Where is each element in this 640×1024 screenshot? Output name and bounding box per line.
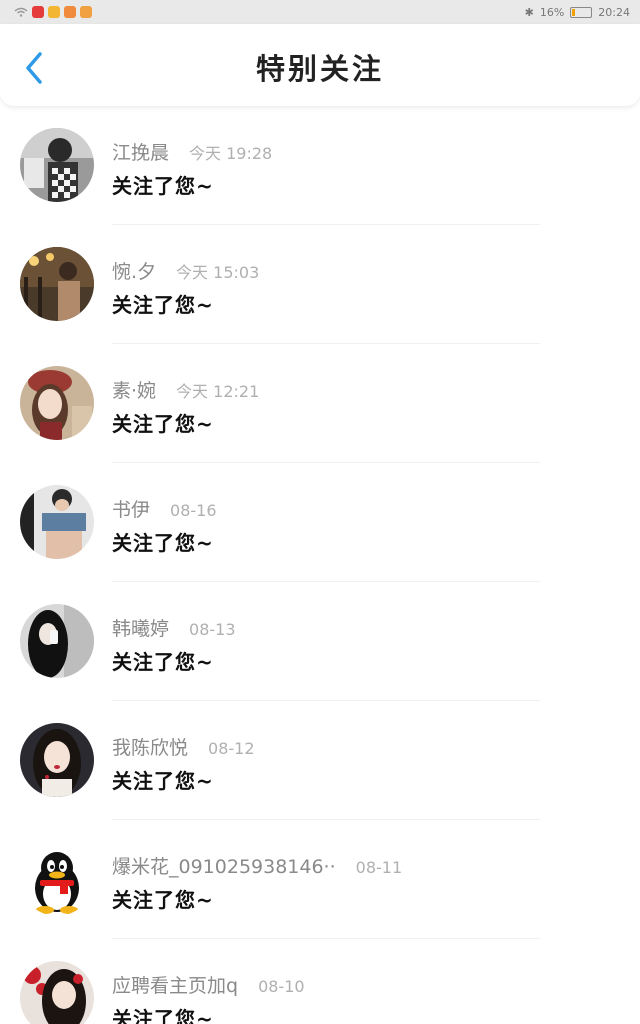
avatar[interactable] [20, 366, 94, 440]
list-item[interactable]: 韩曦婷 08-13 关注了您~ [0, 582, 640, 701]
message: 关注了您~ [112, 888, 214, 912]
message: 关注了您~ [112, 293, 214, 317]
timestamp: 08-16 [170, 501, 217, 520]
timestamp: 今天 19:28 [189, 144, 273, 163]
list-item[interactable]: 书伊 08-16 关注了您~ [0, 463, 640, 582]
user-name[interactable]: 我陈欣悦 [112, 733, 188, 760]
app-notification-icon [32, 6, 44, 18]
list-item[interactable]: 应聘看主页加q 08-10 关注了您~ [0, 939, 640, 1024]
list-item[interactable]: 我陈欣悦 08-12 关注了您~ [0, 701, 640, 820]
wifi-icon [14, 7, 28, 17]
page-title: 特别关注 [255, 52, 384, 86]
header: 特别关注 [0, 24, 640, 106]
list-item[interactable]: 素·婉 今天 12:21 关注了您~ [0, 344, 640, 463]
list-item[interactable]: 惋.夕 今天 15:03 关注了您~ [0, 225, 640, 344]
avatar[interactable] [20, 247, 94, 321]
name-line: 应聘看主页加q 08-10 [112, 971, 305, 998]
avatar[interactable] [20, 842, 94, 916]
name-line: 我陈欣悦 08-12 [112, 733, 255, 760]
name-line: 书伊 08-16 [112, 495, 217, 522]
app-notification-icon [80, 6, 92, 18]
avatar[interactable] [20, 128, 94, 202]
battery-icon [570, 6, 593, 18]
avatar[interactable] [20, 604, 94, 678]
name-line: 爆米花_091025938146·· 08-11 [112, 852, 402, 879]
name-line: 韩曦婷 08-13 [112, 614, 236, 641]
avatar[interactable] [20, 961, 94, 1024]
user-name[interactable]: 韩曦婷 [112, 614, 169, 641]
avatar[interactable] [20, 485, 94, 559]
timestamp: 08-10 [258, 977, 305, 996]
timestamp: 08-13 [189, 620, 236, 639]
app-notification-icon [64, 6, 76, 18]
follow-list: 江挽晨 今天 19:28 关注了您~ 惋.夕 今天 15:03 关注了您~ 素·… [0, 106, 640, 1024]
message: 关注了您~ [112, 650, 214, 674]
name-line: 素·婉 今天 12:21 [112, 376, 259, 403]
message: 关注了您~ [112, 531, 214, 555]
battery-percent: 16% [539, 5, 565, 19]
status-bar: ✱ 16% 20:24 [0, 0, 640, 24]
avatar[interactable] [20, 723, 94, 797]
message: 关注了您~ [112, 174, 214, 198]
status-bar-right: ✱ 16% 20:24 [525, 6, 630, 19]
list-item[interactable]: 爆米花_091025938146·· 08-11 关注了您~ [0, 820, 640, 939]
timestamp: 08-11 [355, 858, 403, 877]
name-line: 惋.夕 今天 15:03 [112, 257, 259, 284]
bluetooth-icon: ✱ [524, 5, 534, 19]
user-name[interactable]: 江挽晨 [112, 138, 169, 165]
message: 关注了您~ [112, 412, 214, 436]
name-line: 江挽晨 今天 19:28 [112, 138, 272, 165]
app-notification-icon [48, 6, 60, 18]
status-bar-left [14, 6, 92, 18]
timestamp: 今天 15:03 [176, 263, 260, 282]
timestamp: 今天 12:21 [176, 382, 260, 401]
user-name[interactable]: 书伊 [112, 495, 150, 522]
timestamp: 08-12 [208, 739, 255, 758]
user-name[interactable]: 爆米花_091025938146·· [112, 852, 336, 879]
user-name[interactable]: 素·婉 [112, 376, 156, 403]
list-item[interactable]: 江挽晨 今天 19:28 关注了您~ [0, 106, 640, 225]
clock: 20:24 [598, 5, 630, 19]
message: 关注了您~ [112, 769, 214, 793]
user-name[interactable]: 应聘看主页加q [112, 971, 238, 998]
user-name[interactable]: 惋.夕 [112, 257, 156, 284]
message: 关注了您~ [112, 1007, 214, 1024]
